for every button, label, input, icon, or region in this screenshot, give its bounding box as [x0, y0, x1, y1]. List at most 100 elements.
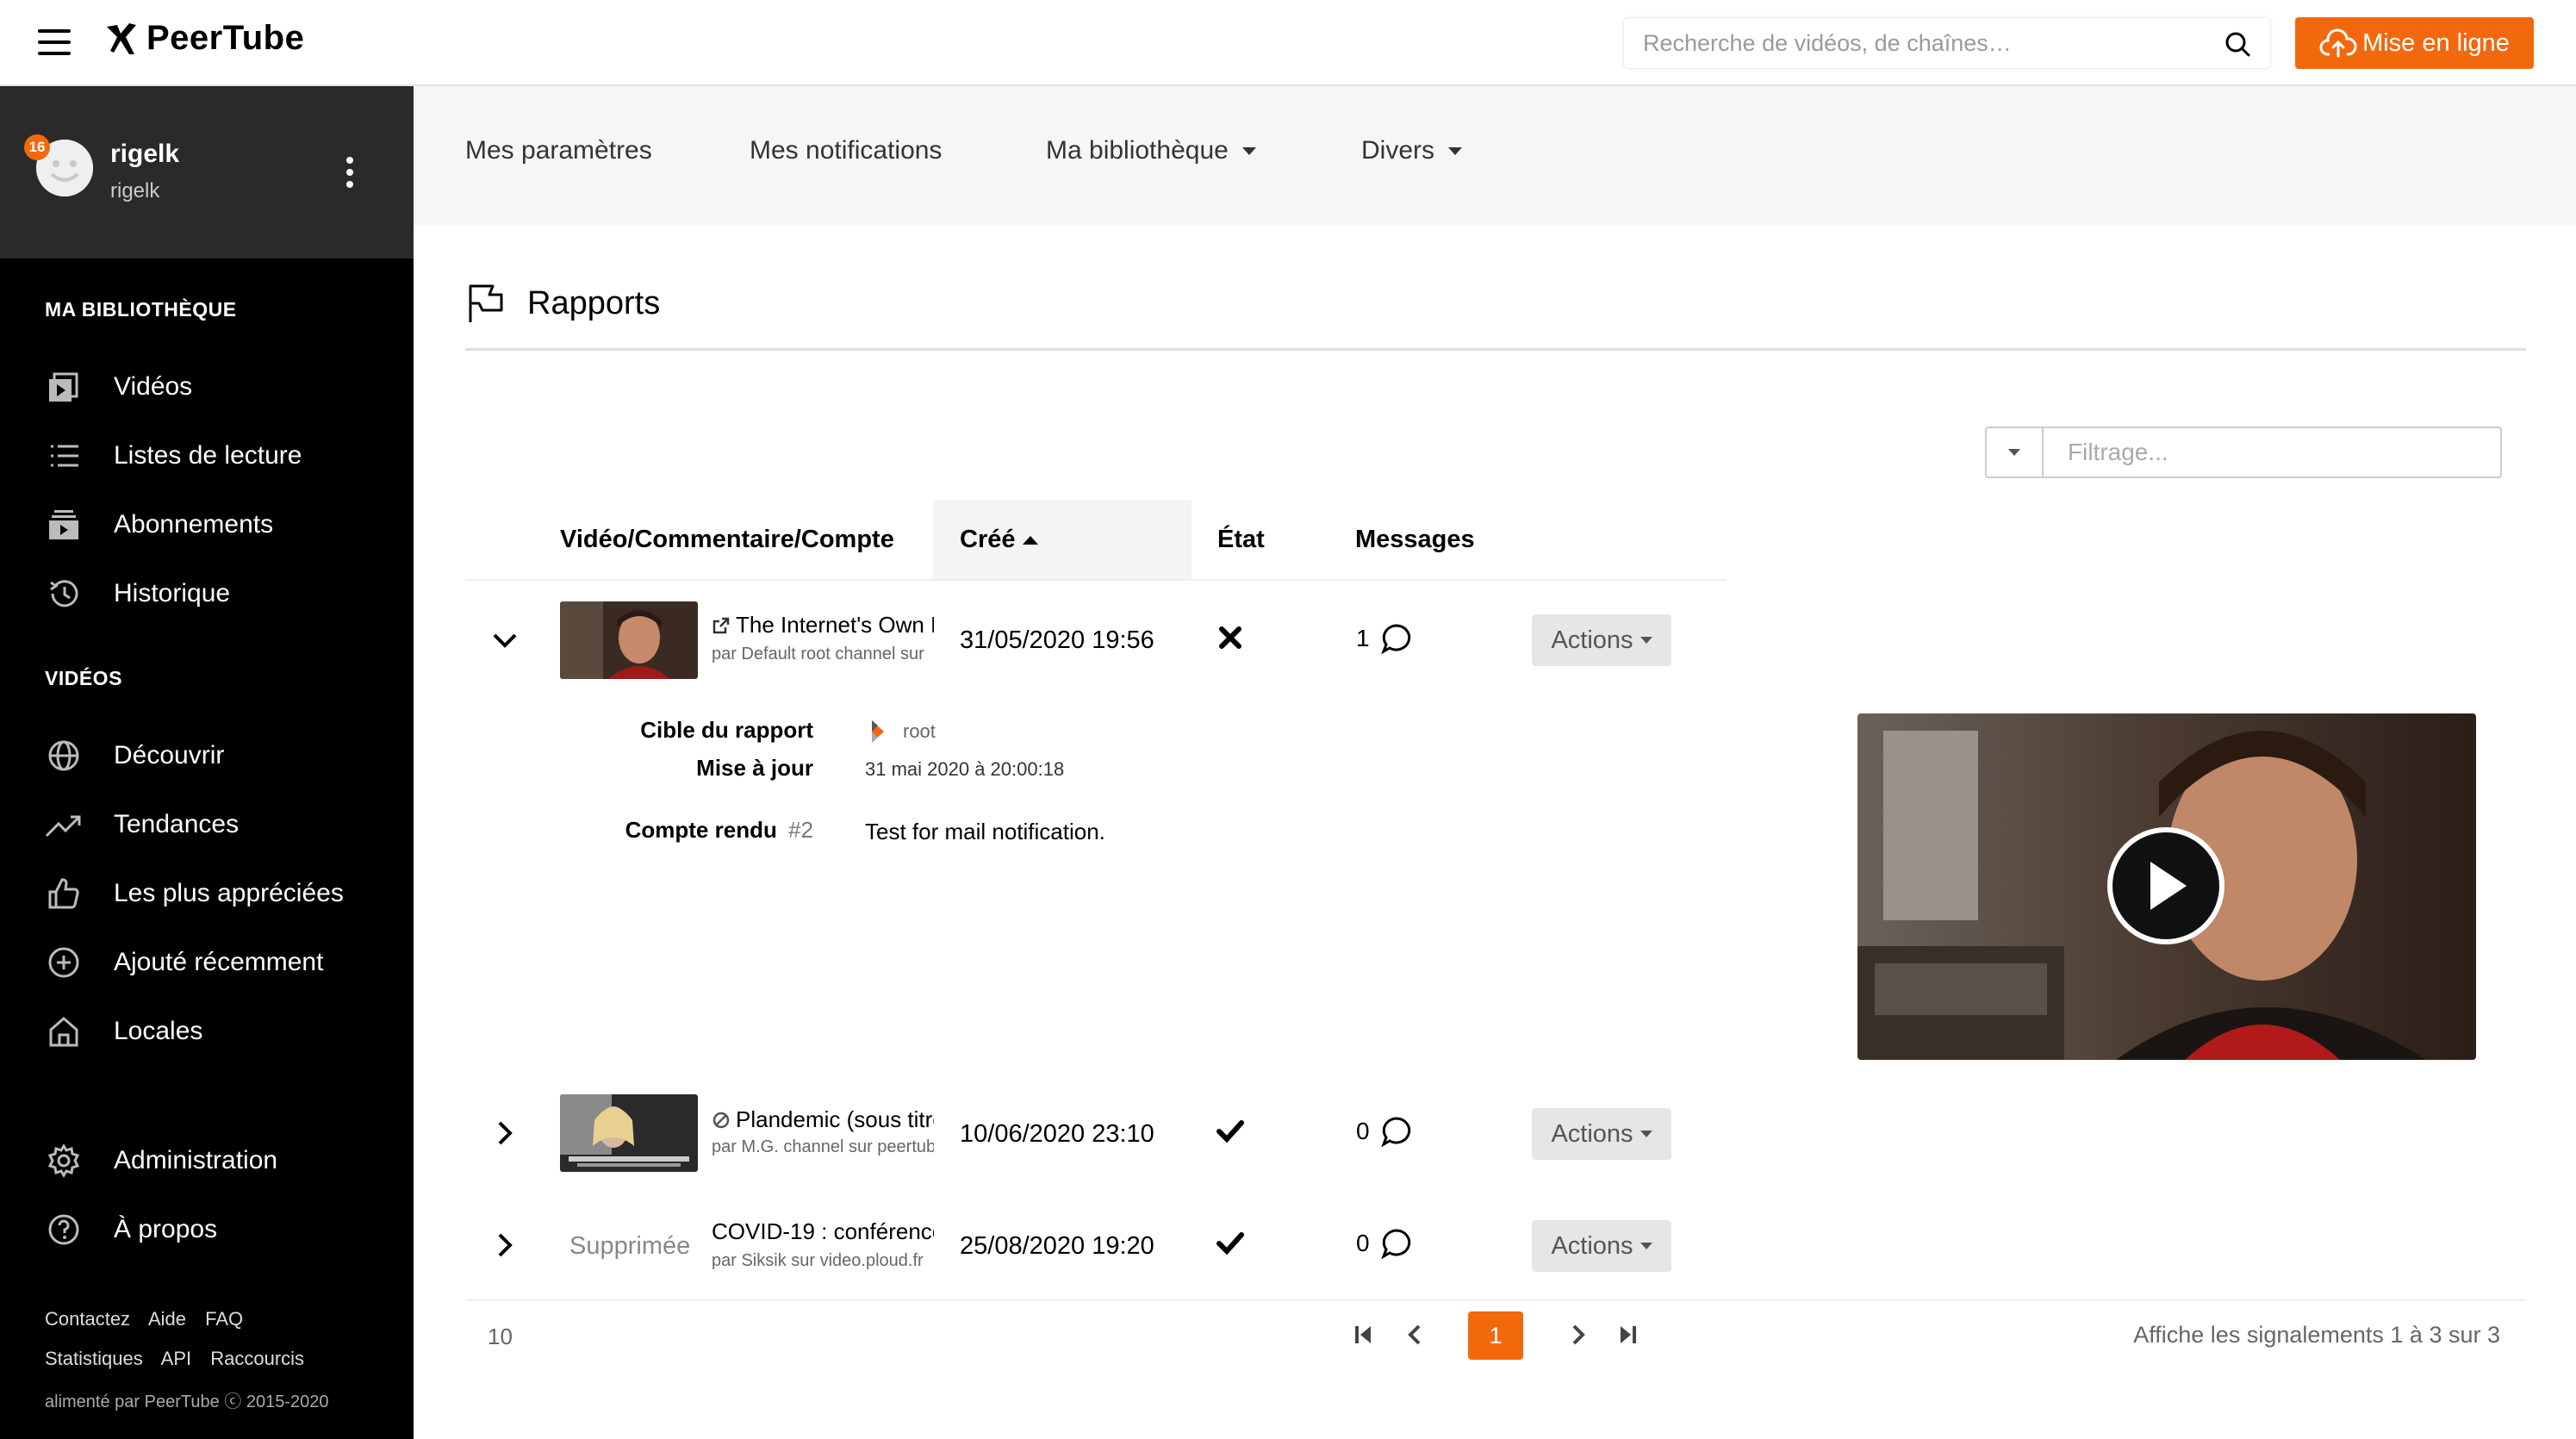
search-icon[interactable]	[2224, 30, 2251, 58]
column-header-state[interactable]: État	[1217, 526, 1265, 554]
report-target-value[interactable]: root	[865, 717, 936, 746]
column-header-created[interactable]: Créé	[960, 526, 1040, 554]
peertube-logo[interactable]: PeerTube	[105, 19, 304, 58]
rejected-x-icon	[1219, 626, 1241, 649]
actions-button[interactable]: Actions	[1532, 1108, 1671, 1160]
footer-powered-by[interactable]: alimenté par PeerTube ⓒ 2015-2020	[45, 1387, 328, 1412]
sidebar-item-most-liked[interactable]: Les plus appréciées	[45, 872, 344, 915]
row-expand-chevron-icon[interactable]	[488, 1116, 522, 1150]
actions-label: Actions	[1551, 1231, 1633, 1260]
footer-link-contact[interactable]: Contactez	[45, 1308, 130, 1330]
messages-count-value: 1	[1356, 625, 1370, 651]
menu-toggle-icon[interactable]	[38, 29, 72, 55]
current-page-button[interactable]: 1	[1468, 1311, 1523, 1360]
video-title-link[interactable]: COVID-19 : conférence de presse	[712, 1218, 934, 1245]
rows-per-page[interactable]: 10	[488, 1324, 513, 1350]
gear-icon	[45, 1142, 83, 1180]
sidebar-item-administration[interactable]: Administration	[45, 1139, 277, 1182]
table-footer-divider	[465, 1299, 2526, 1301]
sidebar-item-label: Listes de lecture	[114, 441, 302, 470]
video-preview-player[interactable]	[1857, 713, 2476, 1060]
footer-link-api[interactable]: API	[161, 1348, 191, 1369]
column-header-messages[interactable]: Messages	[1355, 526, 1475, 554]
subnav-my-notifications[interactable]: Mes notifications	[750, 136, 942, 165]
subnav-label: Mes notifications	[750, 136, 943, 165]
comment-bubble-icon	[1380, 624, 1410, 655]
footer-link-stats[interactable]: Statistiques	[45, 1348, 143, 1369]
title-divider	[465, 348, 2526, 351]
actions-button[interactable]: Actions	[1532, 1220, 1671, 1272]
subnav-label: Ma bibliothèque	[1046, 136, 1229, 165]
sidebar-item-subscriptions[interactable]: Abonnements	[45, 503, 273, 546]
sidebar-item-label: Administration	[114, 1146, 278, 1174]
filter-dropdown-button[interactable]	[1987, 428, 2044, 477]
sidebar-item-discover[interactable]: Découvrir	[45, 734, 224, 777]
messages-count[interactable]: 0	[1356, 1115, 1413, 1148]
report-updated-label: Mise à jour	[696, 755, 813, 781]
messages-count[interactable]: 1	[1356, 622, 1413, 655]
table-header-divider	[465, 579, 1727, 581]
videos-icon	[45, 368, 83, 406]
last-page-icon[interactable]	[1611, 1315, 1646, 1355]
footer-link-help[interactable]: Aide	[148, 1308, 186, 1330]
blocked-icon	[712, 1112, 730, 1128]
footer-links-row-2: Statistiques API Raccourcis	[45, 1348, 318, 1370]
report-summary-text: Test for mail notification.	[865, 819, 1105, 844]
footer-link-faq[interactable]: FAQ	[205, 1308, 243, 1330]
video-channel: par M.G. channel sur peertube	[712, 1137, 934, 1156]
row-collapse-chevron-icon[interactable]	[488, 623, 522, 657]
thumbs-up-icon	[45, 875, 83, 913]
sidebar-item-about[interactable]: À propos	[45, 1208, 217, 1251]
subnav-my-library[interactable]: Ma bibliothèque	[1046, 136, 1256, 165]
video-title-link[interactable]: Plandemic (sous titres)	[712, 1106, 934, 1133]
video-title-link[interactable]: The Internet's Own Boy	[712, 612, 934, 639]
subnav-label: Divers	[1361, 136, 1435, 165]
search-input[interactable]	[1624, 18, 2175, 68]
upload-button[interactable]: Mise en ligne	[2295, 17, 2534, 69]
globe-icon	[45, 737, 83, 775]
report-number: #2	[788, 817, 813, 843]
sidebar-item-local[interactable]: Locales	[45, 1010, 202, 1053]
history-icon	[45, 575, 83, 613]
home-icon	[45, 1012, 83, 1050]
subnav-misc[interactable]: Divers	[1361, 136, 1463, 165]
column-header-target[interactable]: Vidéo/Commentaire/Compte	[560, 526, 894, 554]
created-date: 10/06/2020 23:10	[960, 1120, 1154, 1148]
library-section-title: MA BIBLIOTHÈQUE	[45, 298, 237, 321]
video-thumbnail[interactable]	[560, 601, 698, 679]
sidebar-item-videos[interactable]: Vidéos	[45, 365, 192, 408]
report-summary-label: Compte rendu #2	[451, 817, 813, 844]
subnav-my-settings[interactable]: Mes paramètres	[465, 136, 652, 165]
actions-button[interactable]: Actions	[1532, 614, 1671, 666]
page-title: Rapports	[467, 283, 660, 324]
messages-count[interactable]: 0	[1356, 1227, 1413, 1260]
filter-input[interactable]	[2044, 428, 2500, 477]
video-title: The Internet's Own Boy	[736, 612, 934, 638]
sidebar-item-label: Vidéos	[114, 372, 193, 401]
user-block: 16 rigelk rigelk	[0, 86, 414, 259]
notification-badge[interactable]: 16	[24, 134, 50, 160]
sidebar: 16 rigelk rigelk MA BIBLIOTHÈQUE Vidéos …	[0, 86, 414, 1439]
sidebar-item-label: Abonnements	[114, 510, 274, 539]
created-date: 31/05/2020 19:56	[960, 626, 1154, 654]
column-header-label: Créé	[960, 526, 1016, 553]
user-handle: rigelk	[110, 179, 160, 202]
video-thumbnail[interactable]	[560, 1094, 698, 1172]
sidebar-item-trending[interactable]: Tendances	[45, 803, 239, 846]
more-vertical-icon[interactable]	[346, 157, 355, 191]
sidebar-item-playlists[interactable]: Listes de lecture	[45, 434, 302, 477]
row-expand-chevron-icon[interactable]	[488, 1228, 522, 1262]
next-page-icon[interactable]	[1561, 1315, 1596, 1355]
sidebar-item-history[interactable]: Historique	[45, 572, 230, 615]
footer-link-shortcuts[interactable]: Raccourcis	[210, 1348, 304, 1369]
play-button-icon[interactable]	[2107, 827, 2224, 944]
sidebar-item-recently-added[interactable]: Ajouté récemment	[45, 941, 323, 984]
cloud-upload-icon	[2319, 28, 2357, 58]
video-channel: par Default root channel sur	[712, 645, 924, 663]
previous-page-icon[interactable]	[1397, 1315, 1432, 1355]
actions-label: Actions	[1551, 1119, 1633, 1148]
page-title-text: Rapports	[527, 284, 661, 321]
peertube-account-icon	[872, 720, 884, 743]
user-name[interactable]: rigelk	[110, 140, 179, 169]
first-page-icon[interactable]	[1346, 1315, 1380, 1355]
